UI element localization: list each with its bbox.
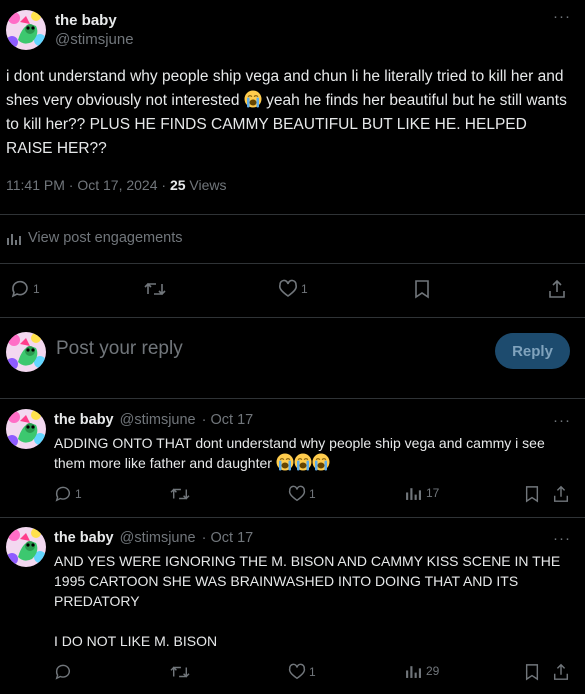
reply-bubble-icon <box>54 485 72 503</box>
view-engagements-link[interactable]: View post engagements <box>6 230 183 246</box>
reply-text-paragraph-2: I DO NOT LIKE M. BISON <box>54 633 218 649</box>
share-action[interactable] <box>547 279 567 299</box>
reply-handle[interactable]: @stimsjune <box>120 412 196 428</box>
heart-icon <box>288 485 306 503</box>
reply-handle[interactable]: @stimsjune <box>120 530 196 546</box>
reply-display-name[interactable]: the baby <box>54 530 114 546</box>
avatar[interactable] <box>6 409 46 449</box>
views-count: 25 <box>169 177 186 193</box>
author-names: the baby @stimsjune <box>55 12 134 48</box>
bookmark-icon <box>413 279 431 299</box>
heart-icon <box>278 279 298 299</box>
reply-bubble-icon <box>10 279 30 299</box>
more-options-icon[interactable]: ··· <box>551 9 573 28</box>
author-display-name[interactable]: the baby <box>55 12 134 29</box>
reply-action[interactable]: 1 <box>54 485 82 503</box>
more-options-icon[interactable]: ··· <box>551 531 573 550</box>
post-meta: 11:41 PM · Oct 17, 2024 · 25 Views <box>6 177 227 193</box>
reply-tweet[interactable]: the baby @stimsjune · Oct 17 ··· ADDING … <box>0 399 585 517</box>
repost-icon <box>144 279 166 299</box>
reply-tweet[interactable]: the baby @stimsjune · Oct 17 ··· AND YES… <box>0 517 585 694</box>
repost-action[interactable] <box>144 279 169 299</box>
divider <box>0 214 585 215</box>
like-count: 1 <box>309 665 316 679</box>
reply-header: the baby @stimsjune · Oct 17 <box>54 530 253 546</box>
reply-text-paragraph-1: AND YES WERE IGNORING THE M. BISON AND C… <box>54 553 561 609</box>
reply-input[interactable]: Post your reply <box>56 338 183 360</box>
reply-count: 1 <box>75 487 82 501</box>
bookmark-action[interactable] <box>524 663 540 681</box>
repost-action[interactable] <box>170 485 190 503</box>
views-count: 29 <box>426 664 440 678</box>
share-action[interactable] <box>552 663 570 681</box>
share-action[interactable] <box>552 485 570 503</box>
analytics-bars-icon <box>405 485 421 501</box>
reply-bubble-icon <box>54 663 72 681</box>
loudly-crying-face-emoji-icon <box>244 90 262 108</box>
reply-header: the baby @stimsjune · Oct 17 <box>54 412 253 428</box>
avatar[interactable] <box>6 527 46 567</box>
author-handle[interactable]: @stimsjune <box>55 31 134 48</box>
reply-actions: 1 29 <box>0 663 585 687</box>
loudly-crying-face-emoji-icon <box>276 453 294 471</box>
like-count: 1 <box>301 282 308 296</box>
bookmark-icon <box>524 663 540 681</box>
reply-action[interactable] <box>54 663 75 681</box>
analytics-bars-icon <box>6 231 21 246</box>
like-action[interactable]: 1 <box>278 279 308 299</box>
reply-action[interactable]: 1 <box>10 279 40 299</box>
avatar[interactable] <box>6 10 46 50</box>
more-options-icon[interactable]: ··· <box>551 413 573 432</box>
reply-display-name[interactable]: the baby <box>54 412 114 428</box>
reply-text: ADDING ONTO THAT dont understand why peo… <box>54 433 574 473</box>
main-post-header: the baby @stimsjune <box>6 10 134 50</box>
bookmark-action[interactable] <box>524 485 540 503</box>
reply-composer: Post your reply Reply <box>0 318 585 398</box>
reply-text: AND YES WERE IGNORING THE M. BISON AND C… <box>54 551 574 651</box>
reply-date[interactable]: · Oct 17 <box>198 530 254 546</box>
divider <box>0 263 585 264</box>
main-post-actions: 1 1 <box>0 279 585 303</box>
like-count: 1 <box>309 487 316 501</box>
reply-actions: 1 1 17 <box>0 485 585 509</box>
repost-action[interactable] <box>170 663 190 681</box>
like-action[interactable]: 1 <box>288 663 316 681</box>
views-action[interactable]: 17 <box>405 485 439 501</box>
views-count: 17 <box>426 486 440 500</box>
share-icon <box>547 279 567 299</box>
heart-icon <box>288 663 306 681</box>
reply-button[interactable]: Reply <box>495 333 570 369</box>
loudly-crying-face-emoji-icon <box>312 453 330 471</box>
share-icon <box>552 485 570 503</box>
bookmark-icon <box>524 485 540 503</box>
post-timestamp[interactable]: 11:41 PM · Oct 17, 2024 · <box>6 177 170 193</box>
reply-date[interactable]: · Oct 17 <box>198 412 254 428</box>
views-label: Views <box>185 177 227 193</box>
view-engagements-label: View post engagements <box>28 230 183 246</box>
post-text: i dont understand why people ship vega a… <box>6 65 576 161</box>
repost-icon <box>170 485 190 503</box>
share-icon <box>552 663 570 681</box>
reply-count: 1 <box>33 282 40 296</box>
bookmark-action[interactable] <box>413 279 431 299</box>
avatar <box>6 332 46 372</box>
like-action[interactable]: 1 <box>288 485 316 503</box>
views-action[interactable]: 29 <box>405 663 439 679</box>
analytics-bars-icon <box>405 663 421 679</box>
repost-icon <box>170 663 190 681</box>
loudly-crying-face-emoji-icon <box>294 453 312 471</box>
